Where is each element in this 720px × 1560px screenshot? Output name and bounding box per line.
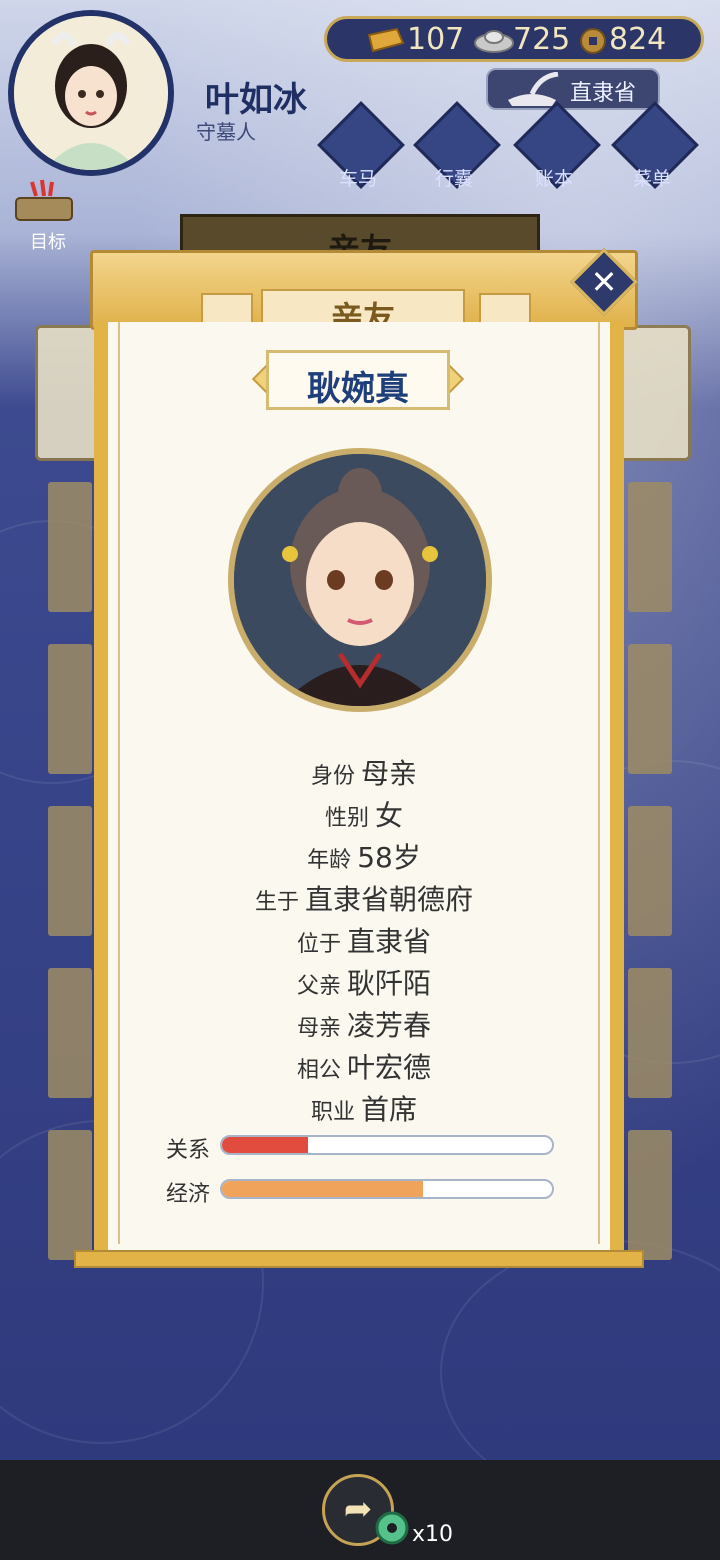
nav-ledger-button[interactable]: 账本: [513, 101, 601, 190]
location-button[interactable]: 直隶省: [486, 68, 660, 110]
nav-label: 账本: [534, 168, 573, 190]
person-name-plate: 耿婉真: [266, 350, 450, 410]
player-avatar[interactable]: [8, 10, 174, 176]
silver-ingot-icon: [474, 30, 514, 53]
detail-label: 年龄: [307, 848, 352, 873]
relative-detail-dialog: 亲友 ✕ 耿婉真 身份 母亲 性别女 年龄 58岁 生于 直隶省朝德府 位于 直…: [74, 248, 644, 1268]
detail-value: 首席: [361, 1093, 418, 1126]
detail-label: 生于: [254, 890, 299, 915]
detail-row-gender: 性别女: [90, 794, 638, 834]
goal-label: 目标: [30, 232, 66, 253]
coin-count: 824: [609, 22, 667, 57]
background-list-item: [48, 968, 92, 1098]
detail-row-age: 年龄 58岁: [90, 836, 638, 876]
economy-label: 经济: [166, 1182, 211, 1207]
detail-label: 父亲: [296, 974, 341, 999]
detail-value: 叶宏德: [347, 1051, 432, 1084]
detail-label: 相公: [296, 1058, 341, 1083]
inkstone-icon: [508, 72, 559, 106]
nav-label: 行囊: [434, 168, 473, 190]
gold-count: 107: [407, 22, 465, 57]
detail-value: 耿阡陌: [347, 967, 432, 1000]
copper-coin-icon: [580, 28, 606, 54]
relation-bar: [220, 1135, 554, 1155]
detail-row-mother: 母亲 凌芳春: [90, 1004, 638, 1044]
detail-row-birthplace: 生于 直隶省朝德府: [90, 878, 638, 918]
detail-value: 直隶省: [347, 925, 432, 958]
goal-button[interactable]: 目标: [10, 178, 90, 253]
elder-woman-portrait-icon: [234, 454, 486, 706]
goal-scroll-icon: [15, 179, 73, 221]
player-role: 守墓人: [196, 120, 256, 144]
currency-bar[interactable]: 107 725 824: [324, 16, 704, 62]
background-list-item: [48, 806, 92, 936]
player-avatar-portrait-icon: [14, 16, 168, 170]
background-list-item: [48, 482, 92, 612]
player-name: 叶如冰: [205, 80, 307, 120]
nav-bag-button[interactable]: 行囊: [413, 101, 501, 190]
detail-row-occupation: 职业 首席: [90, 1088, 638, 1128]
nav-label: 菜单: [632, 168, 671, 190]
close-x-icon[interactable]: ✕: [580, 260, 628, 304]
detail-value: 母亲: [361, 757, 418, 790]
nav-menu-button[interactable]: 菜单: [611, 101, 699, 190]
location-label: 直隶省: [570, 81, 637, 106]
relation-label: 关系: [166, 1138, 211, 1163]
person-portrait: [228, 448, 492, 712]
share-reward-count: x10: [412, 1522, 454, 1547]
detail-row-father: 父亲 耿阡陌: [90, 962, 638, 1002]
detail-value: 凌芳春: [347, 1009, 432, 1042]
detail-label: 母亲: [296, 1016, 341, 1041]
detail-value: 直隶省朝德府: [305, 883, 474, 916]
detail-row-spouse: 相公 叶宏德: [90, 1046, 638, 1086]
detail-row-location: 位于 直隶省: [90, 920, 638, 960]
silver-count: 725: [513, 22, 571, 57]
economy-bar: [220, 1179, 554, 1199]
jade-coin-icon: [375, 1511, 409, 1545]
detail-value: 女: [375, 799, 404, 832]
gold-bar-icon: [367, 27, 405, 53]
economy-bar-fill: [222, 1181, 424, 1197]
relation-bar-fill: [222, 1137, 308, 1153]
background-list-item: [48, 644, 92, 774]
detail-label: 职业: [310, 1100, 355, 1125]
detail-value: 58岁: [357, 841, 421, 874]
background-list-item: [48, 1130, 92, 1260]
detail-label: 性别: [324, 806, 369, 831]
nav-carriage-button[interactable]: 车马: [317, 101, 405, 190]
detail-row-identity: 身份 母亲: [90, 752, 638, 792]
person-name: 耿婉真: [307, 369, 409, 409]
dialog-bottom-rod: [74, 1250, 644, 1268]
detail-label: 身份: [310, 764, 355, 789]
detail-label: 位于: [296, 932, 341, 957]
nav-label: 车马: [338, 168, 377, 190]
dialog-header: 亲友: [90, 250, 638, 337]
